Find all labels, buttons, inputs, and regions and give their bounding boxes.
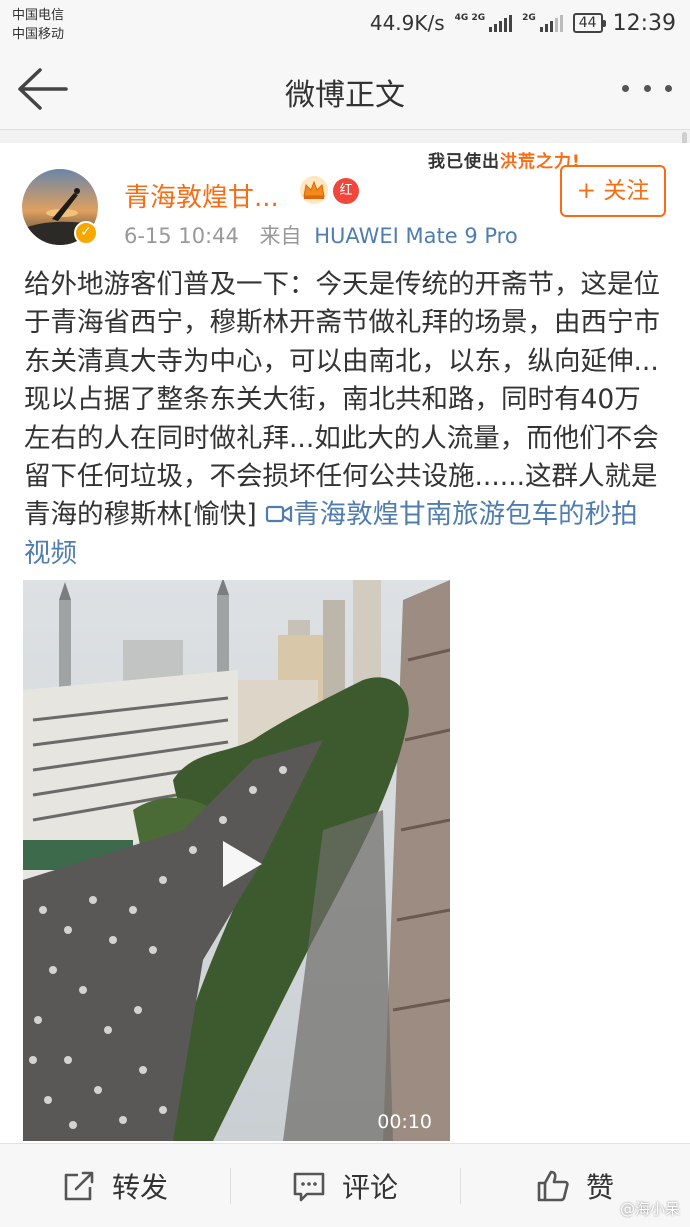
network-speed: 44.9K/s: [369, 11, 445, 35]
thumbs-up-icon: [537, 1170, 569, 1201]
card-decoration: 我已使出洪荒之力!: [428, 147, 581, 172]
decoration-text-a: 我已使出: [428, 152, 500, 172]
post-meta: 6-15 10:44 来自 HUAWEI Mate 9 Pro: [124, 220, 518, 250]
comment-label: 评论: [341, 1170, 398, 1204]
comment-button[interactable]: 评论: [230, 1144, 460, 1227]
more-dot-icon: [665, 84, 672, 92]
action-bar: 转发 评论 赞 @海小呆: [0, 1143, 690, 1227]
video-camera-icon: [266, 506, 293, 523]
battery-icon: 44: [572, 13, 606, 33]
video-player[interactable]: 00:10: [23, 580, 450, 1141]
post-body: 给外地游客们普及一下：今天是传统的开斋节，这是位于青海省西宁，穆斯林开斋节做礼拜…: [24, 269, 660, 531]
more-options-button[interactable]: [622, 78, 672, 98]
carrier-info: 中国电信 中国移动: [12, 6, 64, 44]
comment-icon: [293, 1172, 325, 1201]
watermark: @海小呆: [619, 1200, 680, 1218]
page-title: 微博正文: [285, 78, 405, 113]
clock: 12:39: [612, 10, 676, 36]
video-duration: 00:10: [377, 1111, 432, 1133]
play-icon[interactable]: [219, 838, 265, 890]
nav-bar: 微博正文: [0, 48, 690, 130]
status-bar: 中国电信 中国移动 44.9K/s 4G 2G 2G 44 12:39: [0, 0, 690, 48]
sim1-network-label: 4G 2G: [454, 13, 486, 23]
follow-button[interactable]: + 关注: [560, 165, 666, 217]
more-dot-icon: [643, 84, 651, 92]
repost-label: 转发: [111, 1170, 168, 1204]
status-indicators: 44.9K/s 4G 2G 2G 44 12:39: [370, 8, 676, 38]
sim2-network-label: 2G: [522, 13, 536, 23]
carrier-2: 中国移动: [12, 27, 65, 42]
repost-icon: [64, 1171, 94, 1200]
crown-member-icon: [300, 176, 328, 204]
repost-button[interactable]: 转发: [0, 1144, 230, 1227]
username[interactable]: 青海敦煌甘...: [124, 177, 279, 214]
signal-1-icon: 4G 2G: [454, 13, 513, 32]
like-label: 赞: [585, 1170, 614, 1204]
source-prefix: 来自: [259, 224, 302, 248]
more-dot-icon: [622, 84, 629, 92]
carrier-1: 中国电信: [12, 8, 65, 23]
signal-2-icon: 2G: [522, 14, 563, 32]
red-badge: 红: [333, 178, 359, 204]
post-text: 给外地游客们普及一下：今天是传统的开斋节，这是位于青海省西宁，穆斯林开斋节做礼拜…: [24, 266, 664, 573]
timestamp: 6-15 10:44: [124, 224, 239, 248]
device-source-link[interactable]: HUAWEI Mate 9 Pro: [314, 224, 517, 248]
verified-badge-icon: ✓: [74, 221, 98, 245]
post-card: ✓ 青海敦煌甘... 红 6-15 10:44 来自 HUAWEI Mate 9…: [0, 143, 690, 1143]
